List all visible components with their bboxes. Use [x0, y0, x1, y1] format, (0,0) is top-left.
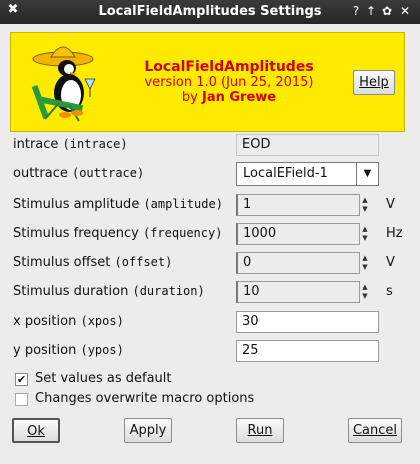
amplitude-spinbox[interactable]: 1 ▲ ▼ — [236, 194, 370, 216]
set-default-checkbox[interactable]: ✔ — [15, 373, 28, 386]
help-button-label: Help — [359, 75, 389, 90]
overwrite-label: Changes overwrite macro options — [35, 391, 255, 406]
frequency-input[interactable]: 1000 — [236, 223, 360, 245]
frequency-spinbox[interactable]: 1000 ▲ ▼ — [236, 223, 370, 245]
spin-down-icon[interactable]: ▼ — [360, 292, 370, 301]
duration-label: Stimulus duration (duration) — [13, 284, 205, 299]
spin-down-icon[interactable]: ▼ — [360, 205, 370, 214]
ok-button-label: Ok — [27, 424, 45, 439]
spin-up-icon[interactable]: ▲ — [360, 283, 370, 292]
mascot-penguin-icon — [31, 46, 96, 122]
duration-spinbox[interactable]: 10 ▲ ▼ — [236, 281, 370, 303]
intrace-field: EOD — [236, 134, 379, 156]
spin-up-icon[interactable]: ▲ — [360, 225, 370, 234]
offset-label: Stimulus offset (offset) — [13, 255, 173, 270]
set-default-label: Set values as default — [35, 371, 172, 386]
ok-button[interactable]: Ok — [12, 418, 60, 443]
dropdown-arrow-icon[interactable]: ▼ — [356, 163, 378, 185]
outtrace-select[interactable]: LocalEField-1 ▼ — [236, 162, 379, 186]
title-bar: ✖ LocalFieldAmplitudes Settings ? ↑ ✿ ✕ — [0, 0, 420, 24]
plugin-info: LocalFieldAmplitudes version 1.0 (Jun 25… — [119, 59, 339, 106]
offset-unit: V — [386, 255, 395, 270]
spin-down-icon[interactable]: ▼ — [360, 263, 370, 272]
close-icon[interactable]: ✕ — [398, 3, 412, 19]
plugin-author: Jan Grewe — [201, 90, 277, 105]
cancel-button[interactable]: Cancel — [348, 418, 402, 443]
overwrite-checkbox[interactable] — [15, 393, 28, 406]
amplitude-label: Stimulus amplitude (amplitude) — [13, 197, 223, 212]
by-label: by — [181, 90, 198, 105]
duration-unit: s — [386, 284, 393, 299]
frequency-label: Stimulus frequency (frequency) — [13, 226, 223, 241]
help-button[interactable]: Help — [353, 70, 395, 95]
spin-down-icon[interactable]: ▼ — [360, 234, 370, 243]
plugin-version: version 1.0 (Jun 25, 2015) — [144, 75, 314, 90]
apply-button[interactable]: Apply — [124, 418, 172, 443]
header-panel: LocalFieldAmplitudes version 1.0 (Jun 25… — [10, 32, 405, 132]
offset-spinbox[interactable]: 0 ▲ ▼ — [236, 252, 370, 274]
xpos-label: x position (xpos) — [13, 314, 124, 329]
xpos-input[interactable]: 30 — [236, 311, 379, 333]
plugin-name: LocalFieldAmplitudes — [144, 59, 314, 75]
amplitude-unit: V — [386, 197, 395, 212]
run-button-label: Run — [247, 423, 273, 438]
intrace-label: intrace (intrace) — [13, 137, 128, 152]
offset-input[interactable]: 0 — [236, 252, 360, 274]
amplitude-input[interactable]: 1 — [236, 194, 360, 216]
spin-up-icon[interactable]: ▲ — [360, 254, 370, 263]
cancel-button-label: Cancel — [352, 423, 398, 438]
ypos-input[interactable]: 25 — [236, 340, 379, 362]
pin-icon[interactable]: ✿ — [380, 3, 394, 19]
help-question-icon[interactable]: ? — [349, 3, 363, 19]
outtrace-label: outtrace (outtrace) — [13, 166, 145, 181]
apply-button-label: Apply — [129, 423, 167, 438]
outtrace-value: LocalEField-1 — [243, 166, 328, 181]
shade-up-icon[interactable]: ↑ — [364, 3, 378, 19]
spin-up-icon[interactable]: ▲ — [360, 196, 370, 205]
duration-input[interactable]: 10 — [236, 281, 360, 303]
frequency-unit: Hz — [386, 226, 403, 241]
run-button[interactable]: Run — [236, 418, 284, 443]
ypos-label: y position (ypos) — [13, 343, 124, 358]
